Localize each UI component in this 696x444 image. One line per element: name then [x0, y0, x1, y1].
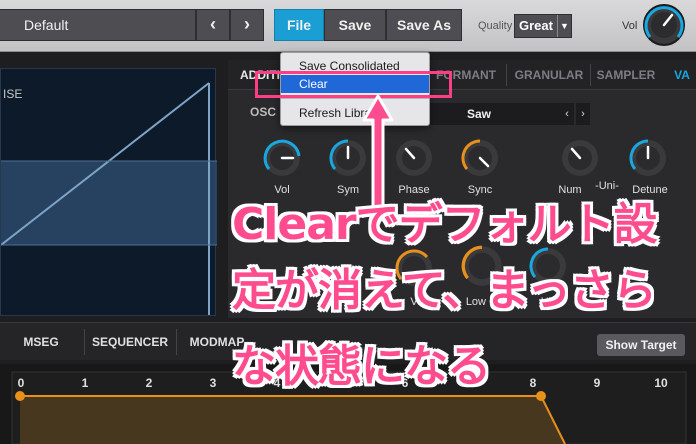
show-target-button[interactable]: Show Target [597, 334, 685, 356]
osc-detune-knob[interactable] [628, 138, 668, 178]
master-volume-knob[interactable] [642, 3, 686, 47]
osc-vol-knob[interactable] [262, 138, 302, 178]
caption-line-1: Clearでデフォルト設 [232, 199, 658, 250]
tab-divider [506, 64, 507, 86]
quality-select[interactable]: Great ▼ [514, 14, 572, 38]
waveform-display: ISE [0, 68, 217, 316]
mseg-tick: 2 [145, 376, 153, 390]
master-vol-label: Vol [622, 20, 638, 32]
tab-mseg[interactable]: MSEG [18, 323, 64, 361]
mseg-tick: 8 [529, 376, 537, 390]
waveform-next-button[interactable]: › [576, 103, 590, 125]
annotation-highlight-box [255, 71, 452, 98]
chevron-down-icon: ▼ [557, 15, 571, 37]
menu-item-refresh-library[interactable]: Refresh Library [281, 104, 429, 122]
mseg-point-end[interactable] [536, 391, 546, 401]
prev-preset-button[interactable]: ‹ [196, 9, 230, 41]
quality-label: Quality [478, 20, 513, 32]
caption-line-3: な状態になる [232, 341, 491, 392]
caption-line-2: 定が消えて、まっさら [232, 265, 657, 316]
save-as-button[interactable]: Save As [386, 9, 462, 41]
mseg-tick: 3 [209, 376, 217, 390]
mseg-tick: 9 [593, 376, 601, 390]
top-toolbar: Default ‹ › File Save Save As Quality Gr… [0, 0, 696, 52]
quality-value: Great [519, 18, 553, 33]
tab-va[interactable]: VA [668, 60, 696, 90]
mseg-tick: 10 [654, 376, 668, 390]
saw-wave-graph [1, 82, 217, 315]
tab-granular[interactable]: GRANULAR [510, 60, 588, 90]
mseg-tick: 1 [81, 376, 89, 390]
preset-name-field[interactable]: Default [0, 9, 196, 41]
tab-sampler[interactable]: SAMPLER [592, 60, 660, 90]
osc-num-knob[interactable] [560, 138, 600, 178]
mseg-tick: 0 [17, 376, 25, 390]
osc-phase-knob[interactable] [394, 138, 434, 178]
tab-sequencer[interactable]: SEQUENCER [90, 323, 170, 361]
tab-divider [176, 329, 177, 355]
osc-label: OSC [250, 105, 277, 119]
save-button[interactable]: Save [324, 9, 386, 41]
menu-separator [281, 98, 429, 99]
tab-divider [590, 64, 591, 86]
waveform-prev-button[interactable]: ‹ [560, 103, 574, 125]
tab-divider [84, 329, 85, 355]
osc-sync-knob[interactable] [460, 138, 500, 178]
file-button[interactable]: File [274, 9, 324, 41]
mseg-point-start[interactable] [15, 391, 25, 401]
next-preset-button[interactable]: › [230, 9, 264, 41]
